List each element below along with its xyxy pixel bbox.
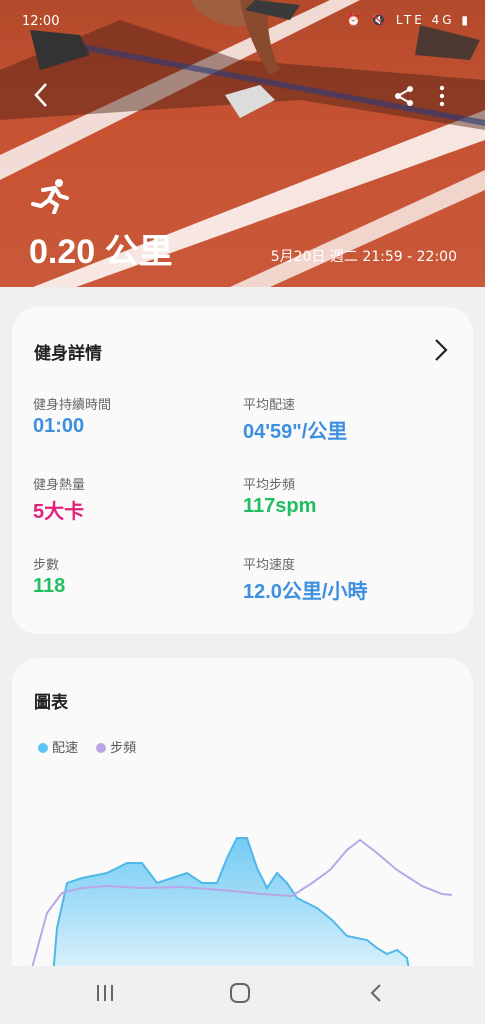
avg-cadence-value: 117spm: [243, 495, 317, 517]
share-icon[interactable]: [392, 84, 416, 114]
avg-pace-value: 04'59"/公里: [243, 421, 348, 443]
duration-value: 01:00: [33, 415, 85, 437]
system-navigation-bar: [0, 966, 485, 1024]
recent-apps-icon[interactable]: [94, 982, 116, 1008]
calories-value: 5大卡: [33, 501, 85, 523]
avg-cadence-label: 平均步頻: [243, 478, 296, 493]
chevron-right-icon[interactable]: [433, 337, 449, 367]
details-title: 健身詳情: [34, 344, 102, 364]
status-bar: 12:00 ⏰ 🔇 LTE 4G ▮: [0, 8, 485, 36]
avg-speed-value: 12.0公里/小時: [243, 581, 368, 603]
workout-distance: 0.20 公里: [29, 233, 173, 271]
back-icon[interactable]: [30, 80, 54, 116]
calories-label: 健身熱量: [33, 478, 86, 493]
status-icons: ⏰ 🔇 LTE 4G ▮: [346, 13, 471, 27]
steps-value: 118: [33, 575, 66, 597]
more-options-icon[interactable]: [432, 84, 452, 114]
pace-cadence-chart: [31, 837, 453, 988]
chart-card: 圖表 配速 步頻: [12, 658, 473, 988]
duration-label: 健身持續時間: [33, 398, 112, 413]
home-icon[interactable]: [229, 982, 251, 1008]
running-icon: [30, 178, 70, 218]
hero-banner: 12:00 ⏰ 🔇 LTE 4G ▮ 0.20 公里 5月20日 週二 21:5…: [0, 0, 485, 287]
avg-speed-label: 平均速度: [243, 558, 296, 573]
back-nav-icon[interactable]: [366, 982, 388, 1008]
workout-date-range: 5月20日 週二 21:59 - 22:00: [270, 249, 457, 265]
workout-details-card: 健身詳情 健身持續時間 01:00 平均配速 04'59"/公里 健身熱量 5大…: [12, 307, 473, 634]
steps-label: 步數: [33, 558, 60, 573]
avg-pace-label: 平均配速: [243, 398, 296, 413]
status-time: 12:00: [22, 14, 60, 29]
